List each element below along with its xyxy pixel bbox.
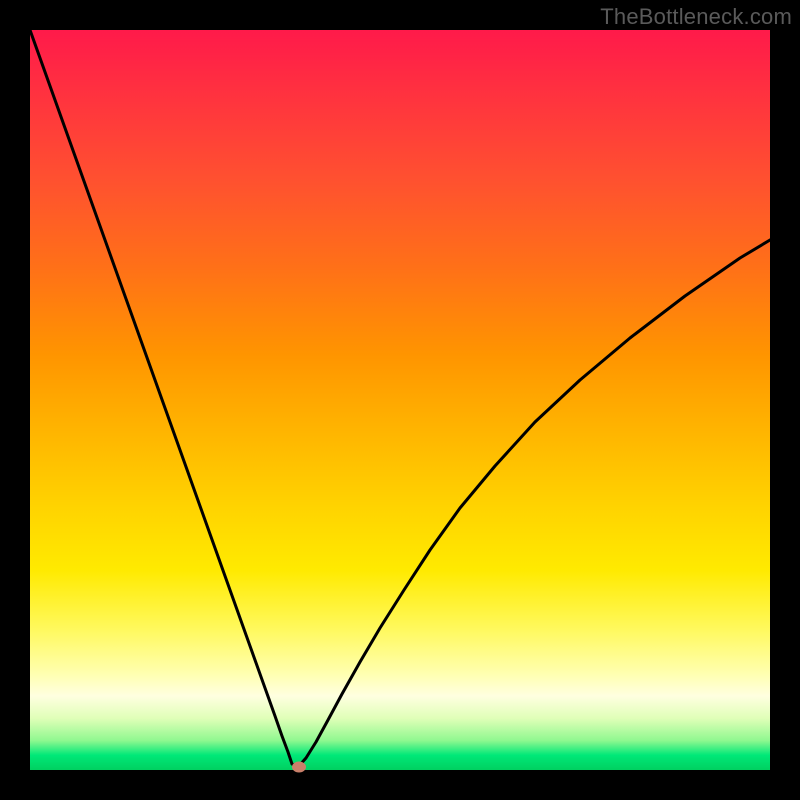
min-point-marker [292,762,306,773]
bottleneck-curve [30,30,770,767]
watermark-text: TheBottleneck.com [600,4,792,30]
curve-svg [30,30,770,770]
plot-area [30,30,770,770]
chart-frame: TheBottleneck.com [0,0,800,800]
